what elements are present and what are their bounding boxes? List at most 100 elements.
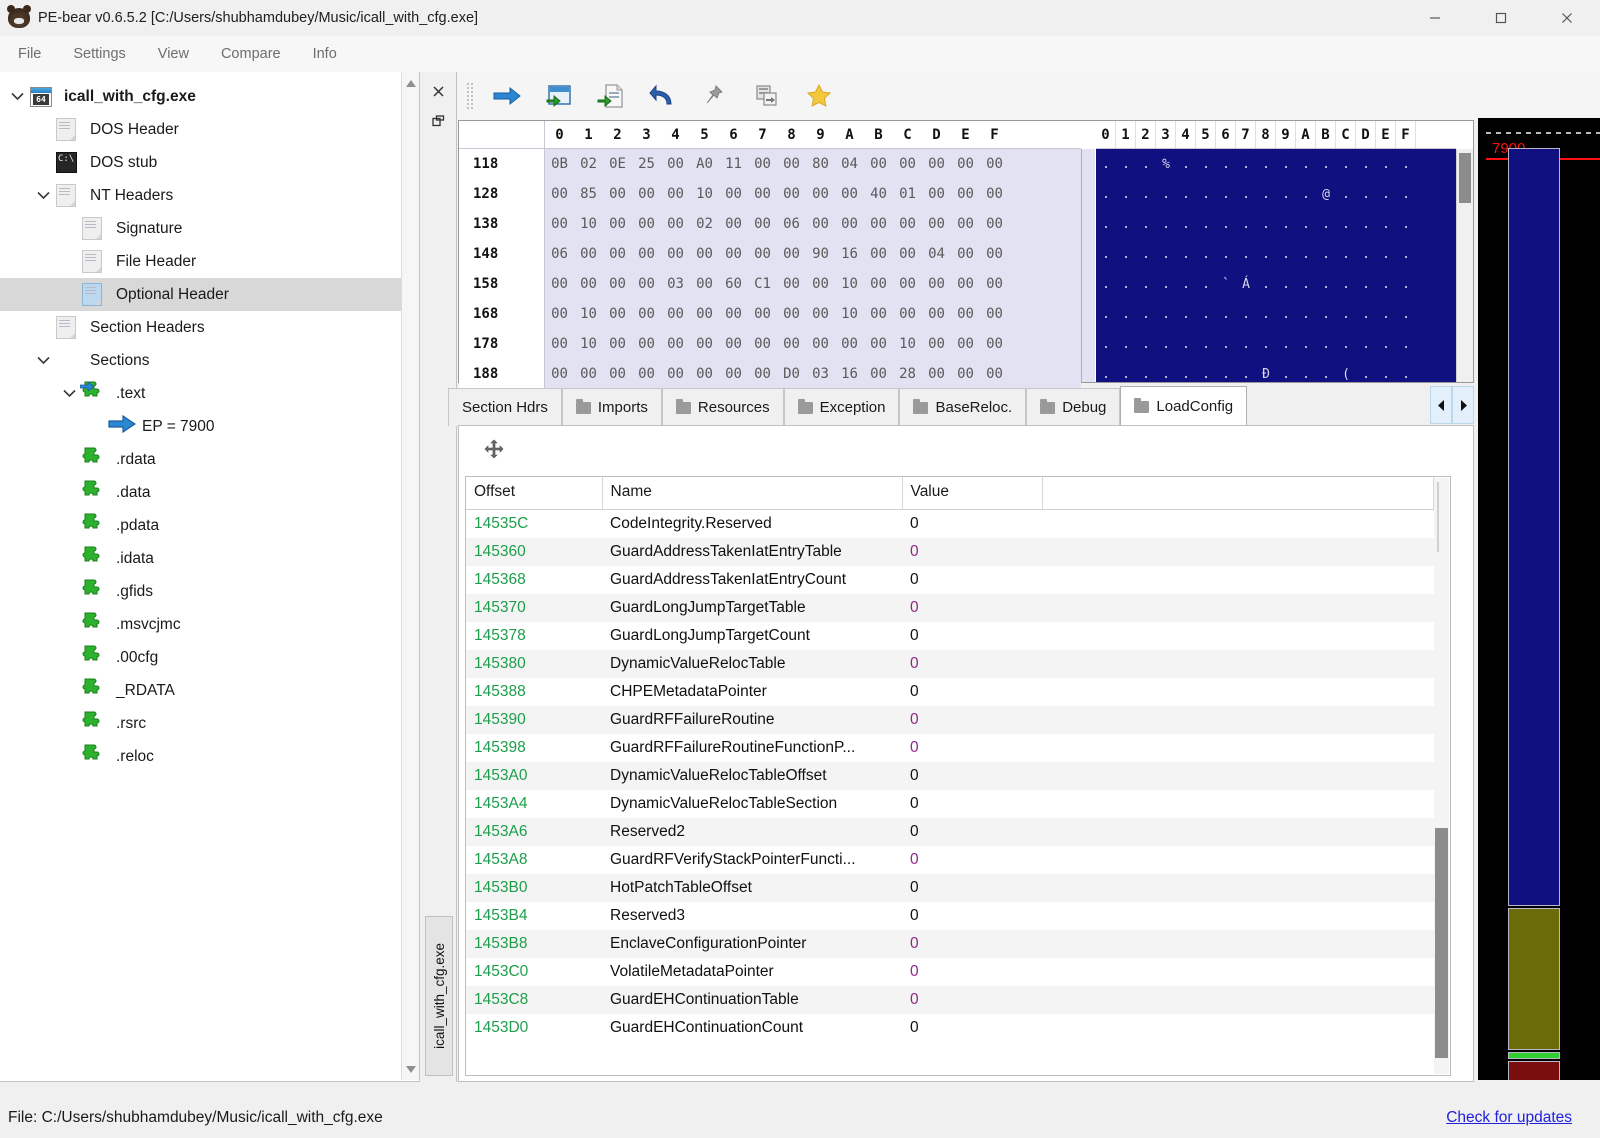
ascii-char[interactable]: . (1276, 187, 1296, 202)
hex-byte[interactable]: 00 (748, 216, 777, 232)
ascii-char[interactable]: . (1156, 337, 1176, 352)
cell-value[interactable]: 0 (902, 790, 1042, 818)
add-file-icon[interactable] (585, 76, 637, 116)
dock-tab-file[interactable]: icall_with_cfg.exe (425, 916, 453, 1076)
hex-byte[interactable]: 00 (951, 246, 980, 262)
hex-byte[interactable]: 00 (719, 216, 748, 232)
hex-byte[interactable]: 00 (864, 336, 893, 352)
ascii-char[interactable]: . (1396, 367, 1416, 382)
hex-byte[interactable]: 02 (690, 216, 719, 232)
tree-item--rdata[interactable]: _RDATA (0, 674, 402, 707)
ascii-char[interactable]: . (1296, 217, 1316, 232)
tree-item-section-headers[interactable]: Section Headers (0, 311, 402, 344)
hex-byte[interactable]: 06 (545, 246, 574, 262)
hex-byte[interactable]: 00 (980, 186, 1009, 202)
cell-name[interactable]: Reserved2 (602, 818, 902, 846)
minimize-button[interactable] (1402, 0, 1468, 36)
ascii-char[interactable]: . (1136, 157, 1156, 172)
tab-imports[interactable]: Imports (561, 388, 662, 426)
hex-byte[interactable]: 00 (777, 246, 806, 262)
table-row[interactable]: 145370 GuardLongJumpTargetTable 0 (466, 594, 1434, 622)
ascii-row[interactable]: ...... ` Á........ (1096, 269, 1456, 299)
hex-byte[interactable]: 00 (632, 216, 661, 232)
hex-byte[interactable]: 00 (632, 276, 661, 292)
hex-byte[interactable]: 00 (835, 186, 864, 202)
hex-byte[interactable]: 10 (574, 216, 603, 232)
ascii-char[interactable]: . (1256, 157, 1276, 172)
ascii-char[interactable]: . (1376, 337, 1396, 352)
cell-offset[interactable]: 1453B8 (466, 930, 602, 958)
section-map[interactable]: 7900 (1478, 118, 1600, 1080)
ascii-char[interactable]: . (1316, 337, 1336, 352)
hex-byte[interactable]: 00 (980, 156, 1009, 172)
hex-byte[interactable]: 00 (893, 276, 922, 292)
ascii-char[interactable]: . (1116, 337, 1136, 352)
chevron-down-icon[interactable] (30, 191, 56, 200)
hex-byte[interactable]: 00 (922, 186, 951, 202)
ascii-char[interactable]: . (1096, 307, 1116, 322)
cell-value[interactable]: 0 (902, 734, 1042, 762)
ascii-char[interactable]: . (1396, 277, 1416, 292)
hex-byte[interactable]: 00 (922, 366, 951, 382)
cell-name[interactable]: EnclaveConfigurationPointer (602, 930, 902, 958)
cell-offset[interactable]: 145370 (466, 594, 602, 622)
hex-byte[interactable]: 00 (748, 246, 777, 262)
tree-item-dos-header[interactable]: DOS Header (0, 113, 402, 146)
hex-byte[interactable]: 00 (951, 306, 980, 322)
menu-item-compare[interactable]: Compare (207, 42, 295, 66)
ascii-char[interactable]: . (1356, 367, 1376, 382)
ascii-char[interactable]: ( (1336, 367, 1356, 382)
ascii-char[interactable]: . (1176, 367, 1196, 382)
tree-item--idata[interactable]: .idata (0, 542, 402, 575)
ascii-row[interactable]: ................ (1096, 299, 1456, 329)
hex-byte[interactable]: 00 (574, 276, 603, 292)
ascii-char[interactable]: . (1156, 367, 1176, 382)
unpack-pin-icon[interactable] (689, 76, 741, 116)
hex-byte[interactable]: 40 (864, 186, 893, 202)
ascii-char[interactable]: . (1236, 247, 1256, 262)
check-for-updates-link[interactable]: Check for updates (1446, 1109, 1572, 1127)
table-row[interactable]: 145380 DynamicValueRelocTable 0 (466, 650, 1434, 678)
ascii-char[interactable]: . (1296, 277, 1316, 292)
table-row[interactable]: 1453B0 HotPatchTableOffset 0 (466, 874, 1434, 902)
ascii-row[interactable]: ................ (1096, 239, 1456, 269)
ascii-char[interactable]: . (1276, 157, 1296, 172)
cell-name[interactable]: GuardLongJumpTargetTable (602, 594, 902, 622)
ascii-char[interactable]: . (1356, 247, 1376, 262)
dock-close-icon[interactable] (428, 80, 450, 102)
cell-offset[interactable]: 1453C0 (466, 958, 602, 986)
cell-name[interactable]: GuardLongJumpTargetCount (602, 622, 902, 650)
ascii-char[interactable]: . (1376, 187, 1396, 202)
ascii-char[interactable]: . (1336, 187, 1356, 202)
hex-byte[interactable]: 00 (603, 246, 632, 262)
hex-byte[interactable]: 04 (835, 156, 864, 172)
hex-byte[interactable]: 00 (603, 306, 632, 322)
ascii-char[interactable]: . (1216, 187, 1236, 202)
hex-byte[interactable]: 00 (980, 276, 1009, 292)
hex-byte[interactable]: 25 (632, 156, 661, 172)
hex-byte[interactable]: 02 (574, 156, 603, 172)
cell-offset[interactable]: 14535C (466, 510, 602, 539)
ascii-char[interactable]: . (1176, 157, 1196, 172)
ascii-char[interactable]: . (1196, 157, 1216, 172)
cell-offset[interactable]: 1453B0 (466, 874, 602, 902)
tree-item-sections[interactable]: Sections (0, 344, 402, 377)
tree-item--00cfg[interactable]: .00cfg (0, 641, 402, 674)
ascii-char[interactable]: . (1336, 307, 1356, 322)
hex-byte[interactable]: 00 (864, 156, 893, 172)
hex-byte[interactable]: 00 (980, 216, 1009, 232)
cell-value[interactable]: 0 (902, 762, 1042, 790)
ascii-char[interactable]: . (1136, 217, 1156, 232)
ascii-char[interactable]: . (1216, 247, 1236, 262)
hex-byte[interactable]: 00 (806, 336, 835, 352)
ascii-char[interactable]: . (1356, 277, 1376, 292)
ascii-char[interactable]: . (1136, 367, 1156, 382)
ascii-char[interactable]: . (1116, 247, 1136, 262)
section-band-pdata[interactable] (1508, 1061, 1560, 1080)
hex-pane-divider[interactable] (1081, 149, 1095, 382)
menu-item-view[interactable]: View (144, 42, 203, 66)
tree-item--gfids[interactable]: .gfids (0, 575, 402, 608)
cell-value[interactable]: 0 (902, 650, 1042, 678)
ascii-char[interactable]: . (1096, 217, 1116, 232)
hex-byte[interactable]: 00 (603, 186, 632, 202)
